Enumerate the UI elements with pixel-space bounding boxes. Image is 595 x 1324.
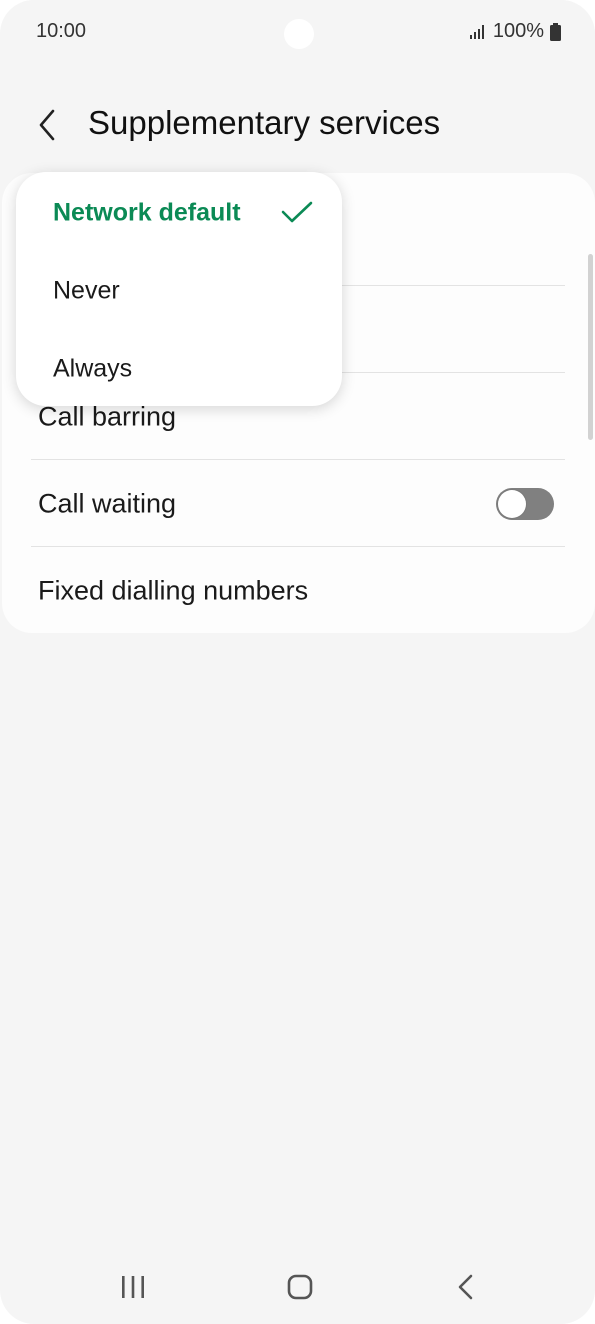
status-bar: 10:00 100% — [0, 0, 595, 49]
home-icon[interactable] — [280, 1272, 320, 1304]
toggle-knob — [498, 489, 526, 518]
navigation-bar — [0, 1250, 595, 1324]
call-waiting-toggle[interactable] — [496, 487, 554, 520]
settings-row-fixed-dialling[interactable]: Fixed dialling numbers — [2, 547, 595, 634]
row-label: Call waiting — [38, 488, 177, 518]
scrollbar[interactable] — [588, 254, 593, 440]
phone-screen: 10:00 100% Supplementary services Call b… — [0, 0, 595, 1324]
front-camera — [284, 19, 314, 49]
page-title: Supplementary services — [88, 104, 441, 141]
option-label: Always — [53, 354, 133, 383]
battery-icon — [550, 22, 561, 41]
option-label: Network default — [53, 198, 241, 227]
battery-percentage: 100% — [492, 20, 544, 42]
row-label: Fixed dialling numbers — [38, 575, 309, 605]
status-indicators: 100% — [469, 20, 561, 43]
settings-row-call-waiting[interactable]: Call waiting — [2, 460, 595, 547]
header: Supplementary services — [0, 92, 595, 162]
status-time: 10:00 — [36, 20, 87, 42]
checkmark-icon — [281, 201, 313, 223]
back-icon[interactable] — [446, 1272, 486, 1304]
back-arrow-icon[interactable] — [34, 108, 62, 142]
dropdown-option-always[interactable]: Always — [16, 330, 342, 408]
recent-apps-icon[interactable] — [113, 1272, 153, 1304]
dropdown-menu: Network default Never Always — [16, 172, 342, 406]
option-label: Never — [53, 276, 120, 305]
dropdown-option-never[interactable]: Never — [16, 252, 342, 330]
signal-icon — [469, 24, 484, 39]
dropdown-option-network-default[interactable]: Network default — [16, 174, 342, 252]
